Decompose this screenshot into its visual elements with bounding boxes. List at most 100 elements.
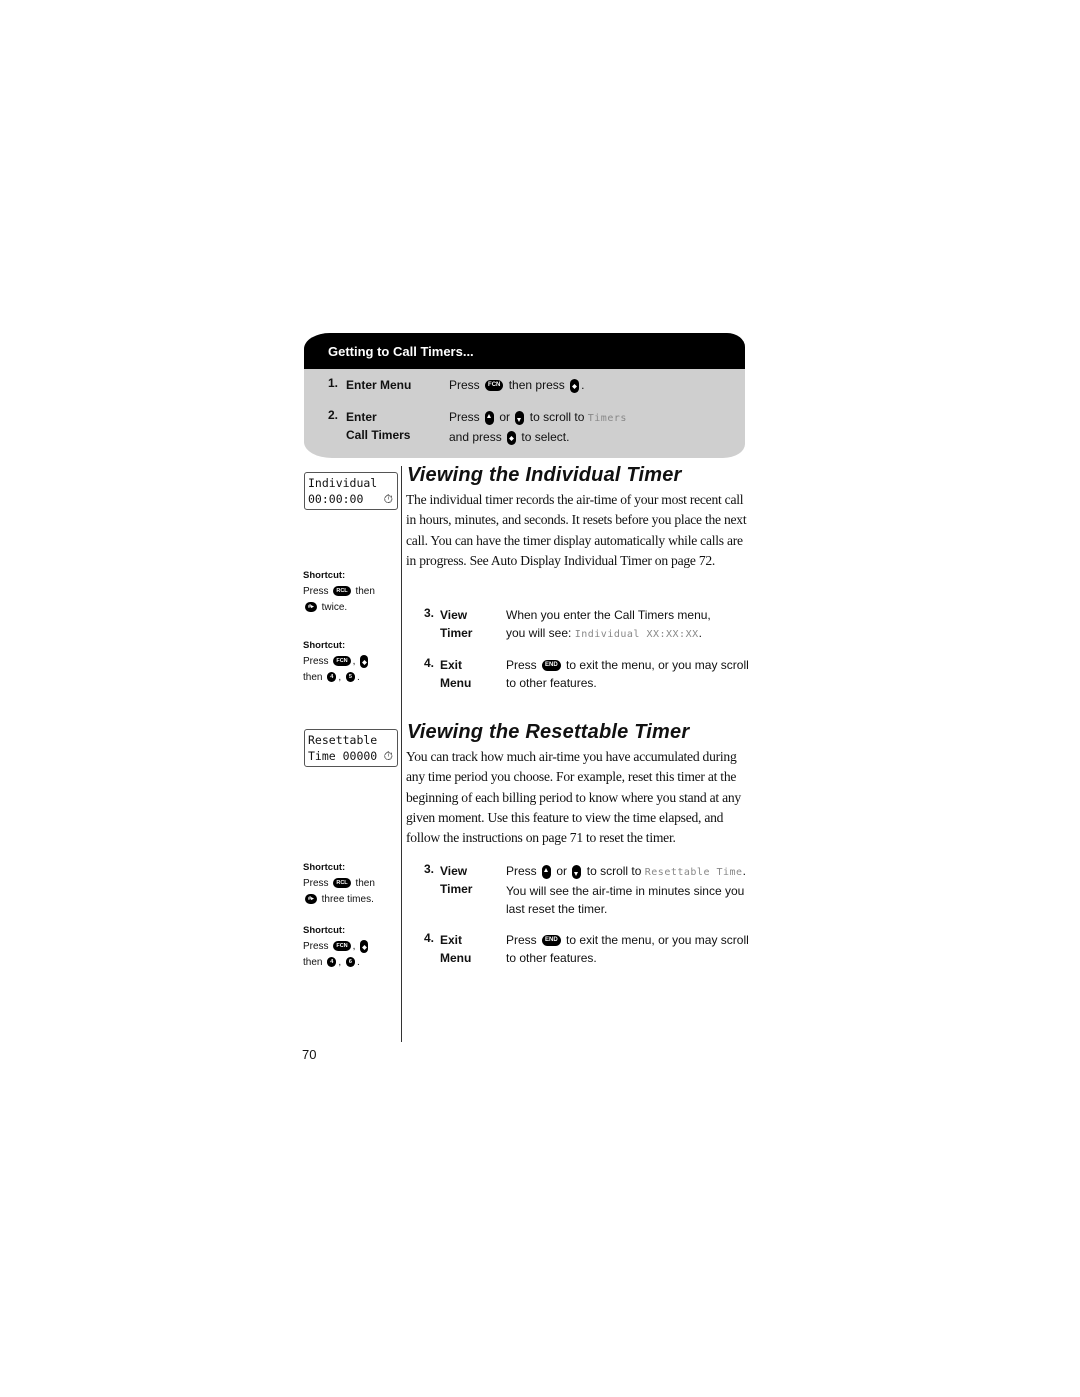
step-label: View Timer [440, 606, 500, 642]
end-key-icon: END [542, 935, 561, 947]
step-number: 1. [328, 376, 339, 390]
text-press: Press [449, 410, 480, 424]
text-and-press: and press [449, 430, 502, 444]
text-twice: twice. [321, 602, 348, 613]
text-comma: , [352, 656, 356, 667]
select-key-icon [360, 939, 369, 953]
text-scroll: to scroll to [529, 410, 585, 424]
section-title-resettable: Viewing the Resettable Timer [407, 721, 690, 743]
text-line1: to exit the menu, or you may scroll [566, 933, 749, 947]
key-4-icon: 4 [327, 957, 337, 968]
text-to-select: to select. [521, 430, 570, 444]
getting-to-call-timers-box: Getting to Call Timers... 1. Enter Menu … [304, 333, 745, 458]
up-arrow-key-icon [542, 864, 552, 879]
step-text: Press FCN then press . [449, 376, 584, 394]
label-line1: Exit [440, 658, 463, 672]
select-key-icon [360, 654, 369, 668]
step-text: Press or to scroll to Resettable Time. Yo… [506, 862, 746, 918]
step-number: 4. [424, 931, 435, 945]
label-line1: View [440, 608, 468, 622]
text-press: Press [303, 941, 329, 952]
text-comma: , [338, 672, 342, 683]
display-line1: Individual [308, 476, 378, 490]
text-line1: When you enter the Call Timers menu, [506, 608, 711, 622]
individual-timer-display: Individual 00:00:00 ⏱ [304, 472, 398, 510]
step-number: 2. [328, 408, 339, 422]
select-key-icon [507, 430, 517, 445]
fcn-key-icon: FCN [333, 656, 351, 667]
display-line2: 00:00:00 [308, 492, 364, 506]
label-line1: Exit [440, 933, 463, 947]
pound-key-icon: #▸ [305, 894, 317, 905]
text-line2: You will see the air-time in minutes sin… [506, 884, 745, 898]
step-label: View Timer [440, 862, 500, 898]
label-line2: Timer [440, 882, 473, 896]
label-line2: Call Timers [346, 428, 411, 442]
step-text: Press END to exit the menu, or you may s… [506, 656, 749, 692]
text-press: Press [449, 378, 480, 392]
label-line1: Enter [346, 410, 377, 424]
text-then: then [303, 672, 323, 683]
step-number: 3. [424, 606, 435, 620]
step-label: Exit Menu [440, 656, 500, 692]
shortcut-title: Shortcut: [303, 640, 346, 651]
text-then: then [355, 878, 375, 889]
text-period: . [356, 672, 360, 683]
section-title-individual: Viewing the Individual Timer [407, 464, 682, 486]
text-scroll: to scroll to [586, 864, 642, 878]
key-5-icon: 5 [345, 672, 355, 683]
text-or: or [499, 410, 511, 424]
text-line2: you will see: [506, 626, 572, 640]
text-press: Press [506, 864, 537, 878]
step-number: 4. [424, 656, 435, 670]
page-number: 70 [302, 1047, 317, 1062]
text-press: Press [303, 586, 329, 597]
header-bar: Getting to Call Timers... [304, 333, 745, 369]
text-period: . [356, 957, 360, 968]
resettable-shortcut-2: Shortcut: Press FCN, then 4, 6. [303, 923, 370, 971]
pound-key-icon: #▸ [305, 602, 317, 613]
shortcut-title: Shortcut: [303, 925, 346, 936]
vertical-divider [401, 466, 402, 1042]
text-then-press: then press [508, 378, 565, 392]
step-label: Enter Menu [346, 378, 412, 392]
text-line2: to other features. [506, 951, 597, 965]
individual-shortcut-1: Shortcut: Press RCL then #▸ twice. [303, 568, 375, 616]
step-number: 3. [424, 862, 435, 876]
text-press: Press [303, 878, 329, 889]
step-text: Press END to exit the menu, or you may s… [506, 931, 749, 967]
resettable-timer-display: Resettable Time 00000 ⏱ [304, 729, 398, 767]
step-text: When you enter the Call Timers menu, you … [506, 606, 711, 644]
label-line2: Menu [440, 951, 472, 965]
resettable-shortcut-1: Shortcut: Press RCL then #▸ three times. [303, 860, 375, 908]
text-period: . [581, 378, 585, 392]
header-title: Getting to Call Timers... [328, 344, 474, 359]
display-line1: Resettable [308, 733, 378, 747]
text-line1: to exit the menu, or you may scroll [566, 658, 749, 672]
lcd-text-resettable: Resettable Time [644, 867, 743, 878]
text-comma: , [352, 941, 356, 952]
up-arrow-key-icon [485, 410, 495, 425]
step-text: Press or to scroll to Timers and press t… [449, 408, 627, 446]
individual-shortcut-2: Shortcut: Press FCN, then 4, 5. [303, 638, 370, 686]
key-6-icon: 6 [345, 957, 355, 968]
label-line2: Menu [440, 676, 472, 690]
text-press: Press [506, 933, 537, 947]
rcl-key-icon: RCL [333, 878, 351, 889]
select-key-icon [570, 378, 580, 393]
stopwatch-icon: ⏱ [383, 492, 393, 506]
text-then: then [303, 957, 323, 968]
text-three-times: three times. [321, 894, 374, 905]
shortcut-title: Shortcut: [303, 570, 346, 581]
text-comma: , [338, 957, 342, 968]
individual-body-text: The individual timer records the air-tim… [406, 492, 747, 568]
display-line2: Time 00000 [308, 749, 378, 763]
text-press: Press [303, 656, 329, 667]
label-line1: View [440, 864, 468, 878]
rcl-key-icon: RCL [333, 586, 351, 597]
stopwatch-icon: ⏱ [383, 749, 393, 763]
text-line2: to other features. [506, 676, 597, 690]
lcd-text-timers: Timers [587, 413, 627, 424]
down-arrow-key-icon [572, 864, 582, 879]
resettable-body-text: You can track how much air-time you have… [406, 749, 741, 846]
